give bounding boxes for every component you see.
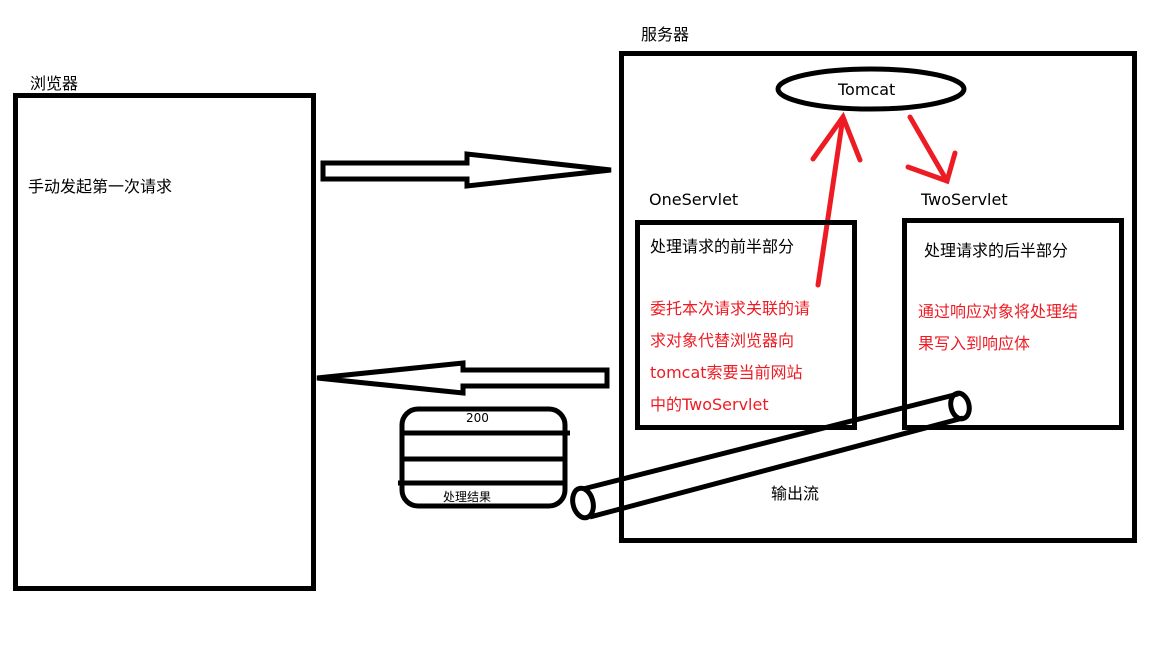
output-stream-label: 输出流 [771, 484, 820, 503]
oneservlet-note: 委托本次请求关联的请 求对象代替浏览器向 tomcat索要当前网站 中的TwoS… [650, 293, 810, 421]
browser-request-text: 手动发起第一次请求 [28, 177, 173, 196]
note-line: 中的TwoServlet [650, 395, 769, 414]
oneservlet-title: OneServlet [649, 190, 739, 209]
twoservlet-heading: 处理请求的后半部分 [924, 241, 1069, 260]
note-line: 委托本次请求关联的请 [650, 299, 811, 318]
server-title: 服务器 [641, 25, 690, 44]
browser-title: 浏览器 [30, 74, 79, 93]
packet-status-code: 200 [466, 411, 489, 425]
response-arrow [316, 360, 610, 396]
oneservlet-heading: 处理请求的前半部分 [650, 237, 795, 256]
note-line: 果写入到响应体 [918, 334, 1031, 353]
packet-body: 处理结果 [443, 490, 492, 504]
twoservlet-note: 通过响应对象将处理结 果写入到响应体 [918, 296, 1078, 360]
note-line: 通过响应对象将处理结 [918, 302, 1079, 321]
tomcat-label: Tomcat [838, 80, 896, 99]
note-line: tomcat索要当前网站 [650, 363, 803, 382]
twoservlet-title: TwoServlet [921, 190, 1008, 209]
browser-box [13, 93, 316, 591]
note-line: 求对象代替浏览器向 [650, 331, 795, 350]
request-arrow [320, 151, 612, 189]
